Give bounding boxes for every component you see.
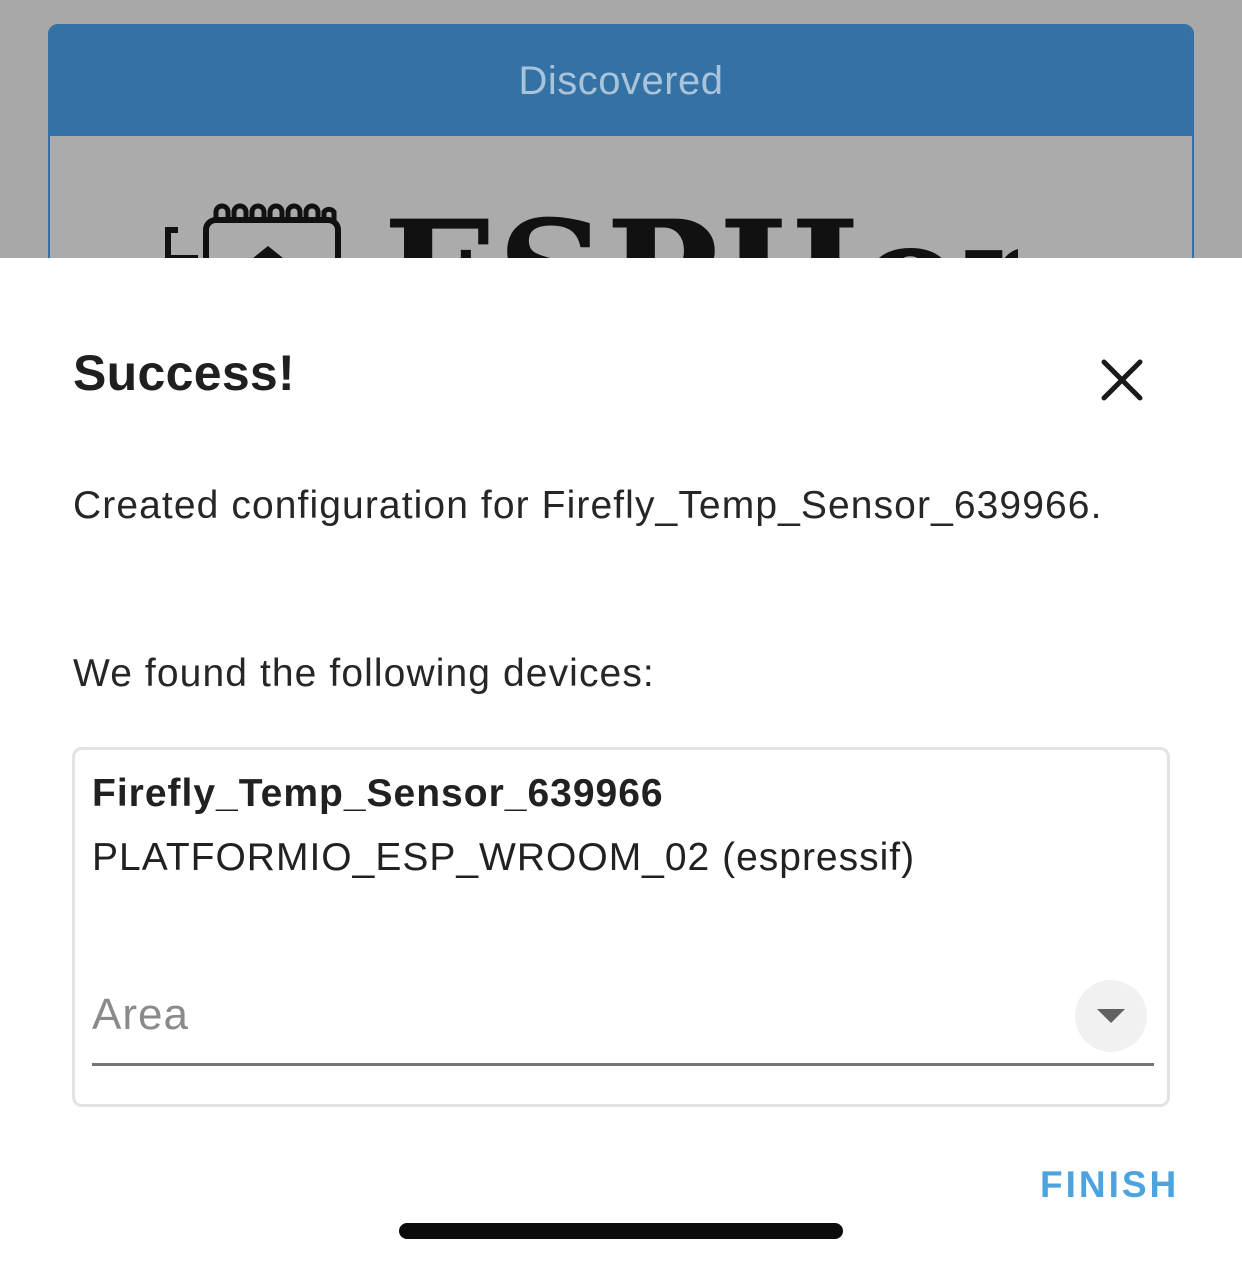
background-app: Discovered ESPHome <box>0 0 1242 258</box>
area-label: Area <box>92 990 189 1039</box>
finish-button[interactable]: FINISH <box>1040 1164 1179 1206</box>
device-model: PLATFORMIO_ESP_WROOM_02 (espressif) <box>92 836 916 879</box>
device-name: Firefly_Temp_Sensor_639966 <box>92 772 664 815</box>
esphome-logo-icon: ESPHome <box>118 180 1018 258</box>
screen: Discovered ESPHome <box>0 0 1242 1263</box>
created-config-text: Created configuration for Firefly_Temp_S… <box>73 484 1103 527</box>
success-dialog: Success! Created configuration for Firef… <box>0 258 1242 1263</box>
svg-text:ESPHome: ESPHome <box>383 188 1018 258</box>
chevron-down-icon <box>1097 1009 1125 1023</box>
home-indicator[interactable] <box>399 1223 843 1239</box>
discovered-card-header: Discovered <box>50 26 1192 136</box>
discovered-card-title: Discovered <box>518 58 724 103</box>
close-button[interactable] <box>1088 346 1156 414</box>
device-card: Firefly_Temp_Sensor_639966 PLATFORMIO_ES… <box>72 747 1170 1107</box>
area-dropdown-button[interactable] <box>1075 980 1147 1052</box>
area-select[interactable]: Area <box>92 970 1154 1066</box>
dialog-title: Success! <box>73 345 295 401</box>
close-icon <box>1101 359 1143 401</box>
found-devices-text: We found the following devices: <box>73 652 655 695</box>
